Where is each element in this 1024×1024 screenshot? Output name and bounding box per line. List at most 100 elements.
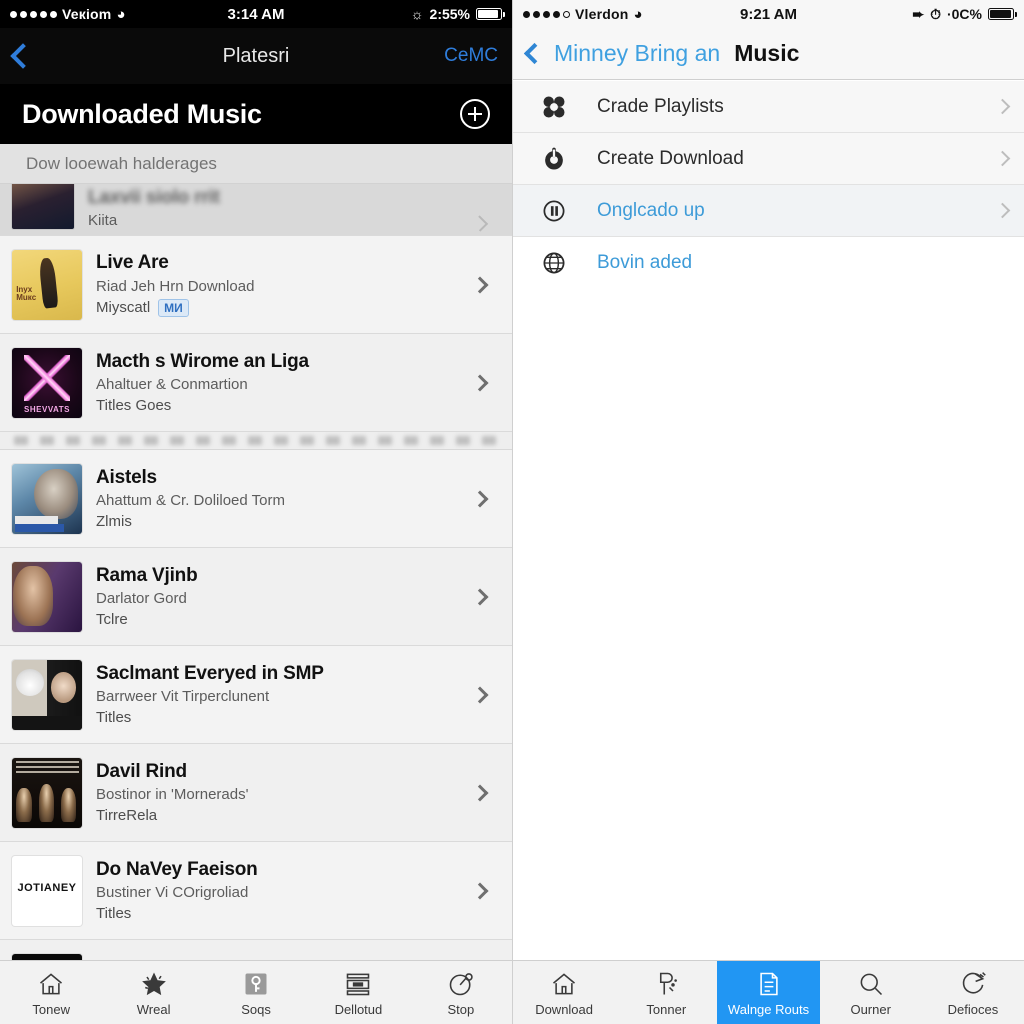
search-bar[interactable]: Dow looewah halderages <box>0 144 512 184</box>
right-tab-bar[interactable]: Download Tonner Walnge Routs Ourner Defioces <box>513 960 1024 1024</box>
menu-item-label: Crade Playlists <box>597 95 724 117</box>
album-art: JOTIANEY <box>12 855 82 926</box>
battery-icon <box>988 8 1017 20</box>
disclosure-chevron-icon[interactable] <box>471 686 489 703</box>
carrier-label: Vlerdon <box>575 6 629 22</box>
disclosure-chevron-icon[interactable] <box>471 588 489 605</box>
power-icon <box>537 145 571 173</box>
search-placeholder: Dow looewah halderages <box>26 153 217 173</box>
track-title: Macth s Wirome an Liga <box>96 350 309 372</box>
tab-tonew[interactable]: Tonew <box>0 961 102 1024</box>
track-row[interactable]: JOTIANEY Do NaVey Faeison Bustiner Vi COri… <box>0 842 512 940</box>
plus-circle-icon[interactable] <box>460 99 490 129</box>
puzzle-icon <box>537 93 571 121</box>
track-row[interactable]: AUGUIStapes Hypowa Gvind Yla <box>0 940 512 960</box>
blurred-separator-row <box>0 432 512 450</box>
tab-stop[interactable]: Stop <box>410 961 512 1024</box>
track-row[interactable]: Davil Rind Bostinor in 'Mornerads' TirreRe… <box>0 744 512 842</box>
battery-percent-label: 2:55% <box>429 6 470 22</box>
tab-dellotud[interactable]: Dellotud <box>307 961 409 1024</box>
nav-back-label[interactable]: Minney Bring an <box>554 40 720 67</box>
list-card-icon <box>344 969 372 999</box>
signal-strength-dots <box>523 10 570 18</box>
track-subtitle2-text: Tclre <box>96 611 128 629</box>
album-art: SHEVVATS <box>12 347 82 418</box>
timer-icon <box>447 969 475 999</box>
menu-item-bovin-aded[interactable]: Bovin aded <box>513 237 1024 289</box>
track-info: Laxvii siolo rrit Kiita <box>74 187 464 229</box>
track-row[interactable]: Saclmant Everyed in SMP Barrweer Vit Tirp… <box>0 646 512 744</box>
disclosure-chevron-icon[interactable] <box>471 882 489 899</box>
track-subtitle-secondary: Titles Goes <box>96 397 464 414</box>
globe-icon <box>537 249 571 277</box>
home-icon <box>550 969 578 999</box>
tab-label: Download <box>535 1001 594 1017</box>
status-bar-right: ☼ 2:55% <box>410 6 505 22</box>
track-title: Davil Rind <box>96 760 187 782</box>
tab-ourner[interactable]: Ourner <box>820 961 922 1024</box>
left-tab-bar[interactable]: Tonew Wreal Soqs Dellotud Stop <box>0 960 512 1024</box>
nav-right-action[interactable]: CeMC <box>444 45 498 67</box>
disclosure-chevron-icon[interactable] <box>471 374 489 391</box>
menu-item-label: Onglcado up <box>597 199 705 221</box>
back-chevron-icon[interactable] <box>523 42 546 65</box>
menu-item-crade-playlists[interactable]: Crade Playlists <box>513 81 1024 133</box>
track-row[interactable]: Rama Vjinb Darlator Gord Tclre <box>0 548 512 646</box>
disclosure-chevron-icon[interactable] <box>471 215 489 232</box>
tab-label: Defioces <box>947 1001 999 1017</box>
track-subtitle: Barrweer Vit Tirperclunent <box>96 688 270 706</box>
tab-walnge-routs[interactable]: Walnge Routs <box>717 961 820 1024</box>
track-row[interactable]: Aistels Ahattum & Cr. Doliloed Torm Zlmis <box>0 450 512 548</box>
track-info: Live Are Riad Jeh Hrn Download Miyscatl MИ <box>82 252 464 317</box>
page-header: Downloaded Music <box>0 84 512 144</box>
track-subtitle2-text: Zlmis <box>96 513 132 531</box>
track-subtitle-secondary: Titles <box>96 709 464 726</box>
album-art-label: SHEVVATS <box>24 404 70 414</box>
track-subtitle-secondary: Tclre <box>96 611 464 628</box>
tab-wreal[interactable]: Wreal <box>102 961 204 1024</box>
alarm-icon: ⏱ <box>930 5 941 22</box>
track-info: Davil Rind Bostinor in 'Mornerads' TirreRe… <box>82 761 464 824</box>
bluetooth-icon: ☼ <box>410 6 424 22</box>
key-icon <box>242 969 270 999</box>
disclosure-chevron-icon[interactable] <box>471 784 489 801</box>
tab-label: Dellotud <box>334 1001 383 1017</box>
tab-defioces[interactable]: Defioces <box>922 961 1024 1024</box>
track-subtitle: Bustiner Vi COrigroliad <box>96 884 249 902</box>
right-status-bar: Vlerdon ◕ 9:21 AM ➨ ⏱ ·0C% <box>513 0 1024 28</box>
battery-percent-label: ·0C% <box>946 6 982 22</box>
tab-label: Walnge Routs <box>727 1001 810 1017</box>
status-bar-right: ➨ ⏱ ·0C% <box>912 5 1017 23</box>
menu-item-onglcado-up[interactable]: Onglcado up <box>513 185 1024 237</box>
disclosure-chevron-icon[interactable] <box>994 98 1011 115</box>
track-subtitle: Ahattum & Cr. Doliloed Torm <box>96 492 285 510</box>
tab-soqs[interactable]: Soqs <box>205 961 307 1024</box>
tab-label: Tonner <box>646 1001 687 1017</box>
track-row[interactable]: Laxvii siolo rrit Kiita <box>0 184 512 236</box>
track-row[interactable]: SHEVVATS Macth s Wirome an Liga Ahaltuer &… <box>0 334 512 432</box>
track-badge: MИ <box>158 298 189 317</box>
wifi-icon: ◕ <box>633 5 643 23</box>
track-title: Rama Vjinb <box>96 564 198 586</box>
battery-icon <box>476 8 505 20</box>
track-list[interactable]: Laxvii siolo rrit Kiita Inyx Muкc Live Are Ri… <box>0 184 512 960</box>
disclosure-chevron-icon[interactable] <box>471 490 489 507</box>
album-art <box>12 561 82 632</box>
settings-menu-list[interactable]: Crade Playlists Create Download Onglcado u… <box>513 80 1024 289</box>
menu-item-create-download[interactable]: Create Download <box>513 133 1024 185</box>
track-title: Live Are <box>96 252 169 274</box>
track-info: Macth s Wirome an Liga Ahaltuer & Conmart… <box>82 351 464 414</box>
disclosure-chevron-icon[interactable] <box>471 276 489 293</box>
tab-download[interactable]: Download <box>513 961 615 1024</box>
track-row[interactable]: Inyx Muкc Live Are Riad Jeh Hrn Download Miy… <box>0 236 512 334</box>
signal-strength-dots <box>10 10 57 18</box>
album-art: Inyx Muкc <box>12 249 82 320</box>
track-subtitle2-text: Titles Goes <box>96 397 172 415</box>
disclosure-chevron-icon[interactable] <box>994 202 1011 219</box>
location-arrow-icon: ➨ <box>912 5 925 22</box>
tab-tonner[interactable]: Tonner <box>615 961 717 1024</box>
refresh-icon <box>959 969 987 999</box>
disclosure-chevron-icon[interactable] <box>994 150 1011 167</box>
track-title: Saclmant Everyed in SMP <box>96 662 324 684</box>
track-subtitle: Kiita <box>88 212 118 229</box>
